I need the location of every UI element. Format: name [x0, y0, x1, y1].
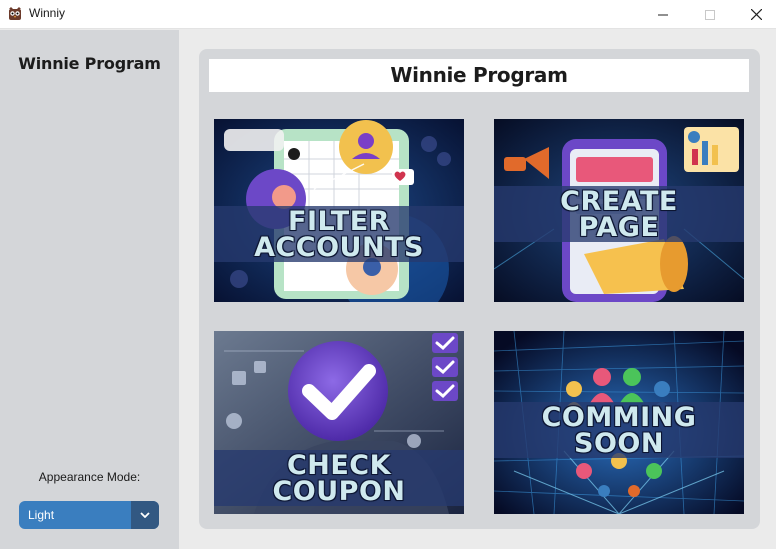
tile-label-line-1: CREATE: [560, 186, 678, 217]
sidebar-title: Winnie Program: [18, 54, 161, 73]
tile-label-line-2: COUPON: [272, 476, 406, 507]
maximize-button[interactable]: [687, 0, 733, 29]
create-page-button[interactable]: CREATE PAGE: [494, 119, 744, 302]
main-panel: Winnie Program FILTER ACCOUNTS CREATE PA…: [199, 49, 760, 529]
appearance-mode-label: Appearance Mode:: [38, 470, 141, 484]
title-bar: Winniy: [0, 0, 776, 29]
tile-label-line-2: PAGE: [578, 212, 660, 243]
tile-label-line-1: FILTER: [288, 206, 390, 237]
winnie-owl-icon: [9, 7, 21, 20]
tile-label-line-1: COMMING: [541, 402, 697, 433]
tile-label-line-2: ACCOUNTS: [254, 232, 424, 263]
chevron-down-icon: [140, 512, 150, 518]
filter-accounts-button[interactable]: FILTER ACCOUNTS: [214, 119, 464, 302]
check-coupon-button[interactable]: CHECK COUPON: [214, 331, 464, 514]
appearance-mode-dropdown[interactable]: Light: [19, 501, 159, 529]
dropdown-arrow-button[interactable]: [131, 501, 159, 529]
header-bar: Winnie Program: [209, 59, 749, 92]
close-icon: [750, 9, 762, 20]
tile-label-line-2: SOON: [574, 428, 664, 459]
comming-soon-button[interactable]: COMMING SOON: [494, 331, 744, 514]
minimize-button[interactable]: [640, 0, 686, 29]
appearance-mode-value: Light: [28, 508, 55, 522]
page-title: Winnie Program: [390, 63, 568, 87]
maximize-icon: [705, 9, 715, 20]
minimize-icon: [658, 14, 668, 15]
window-title: Winniy: [29, 6, 66, 20]
tile-label-line-1: CHECK: [286, 450, 392, 481]
close-button[interactable]: [733, 0, 776, 29]
sidebar: Winnie Program Appearance Mode: Light: [0, 30, 179, 549]
